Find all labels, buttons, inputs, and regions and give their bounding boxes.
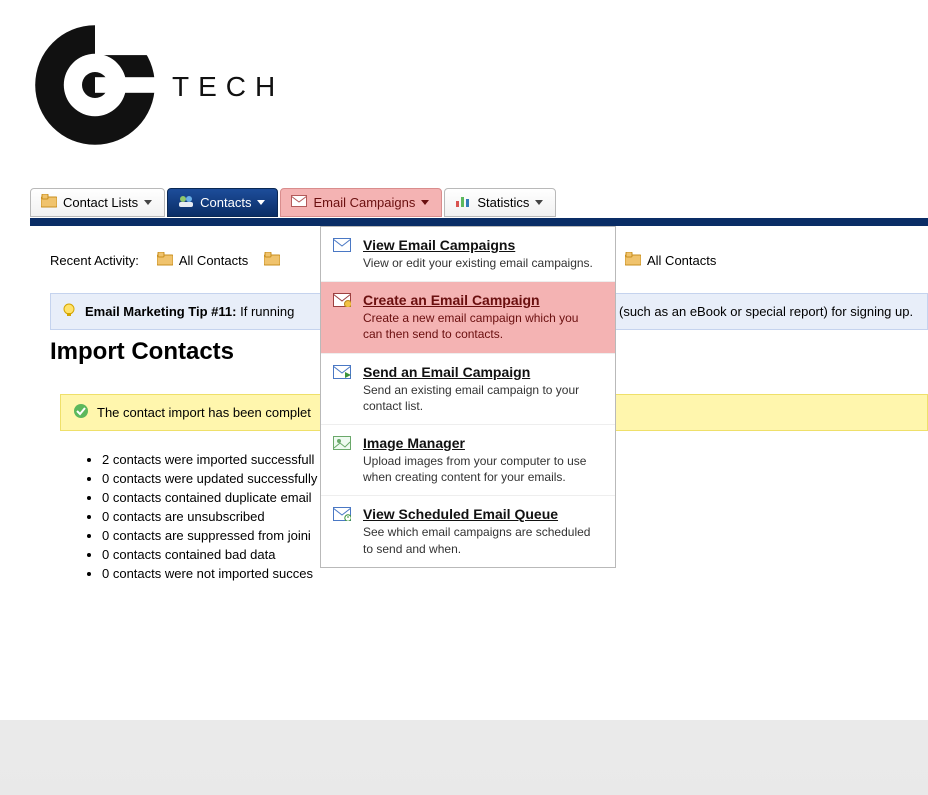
- success-text: The contact import has been complet: [97, 405, 311, 420]
- dd-title: View Scheduled Email Queue: [363, 506, 601, 522]
- tab-email-campaigns[interactable]: Email Campaigns: [280, 188, 442, 217]
- envelope-icon: [291, 195, 307, 210]
- list-item: 2 contacts were imported successfull: [102, 452, 317, 467]
- logo: TECH: [30, 20, 898, 153]
- tab-label: Contact Lists: [63, 195, 138, 210]
- tab-contact-lists[interactable]: Contact Lists: [30, 188, 165, 217]
- envelope-clock-icon: [333, 507, 351, 524]
- recent-item-label: All Contacts: [179, 253, 248, 268]
- recent-item-label: All Contacts: [647, 253, 716, 268]
- dd-title: Create an Email Campaign: [363, 292, 601, 308]
- nav-strip: [30, 218, 928, 226]
- bar-chart-icon: [455, 194, 471, 211]
- tab-label: Email Campaigns: [313, 195, 415, 210]
- list-item: 0 contacts were not imported succes: [102, 566, 317, 581]
- people-icon: [178, 194, 194, 211]
- dd-title: View Email Campaigns: [363, 237, 601, 253]
- logo-text: TECH: [172, 71, 284, 103]
- check-circle-icon: [73, 403, 89, 422]
- tip-fragment-left: If running: [240, 304, 294, 319]
- email-campaigns-dropdown: View Email Campaigns View or edit your e…: [320, 226, 616, 568]
- dd-title: Send an Email Campaign: [363, 364, 601, 380]
- main-nav: Contact Lists Contacts Email Campaigns S…: [30, 188, 558, 217]
- recent-label: Recent Activity:: [50, 253, 139, 268]
- dd-view-email-campaigns[interactable]: View Email Campaigns View or edit your e…: [321, 227, 615, 282]
- tab-label: Statistics: [477, 195, 529, 210]
- chevron-down-icon: [421, 200, 429, 205]
- dd-desc: See which email campaigns are scheduled …: [363, 524, 601, 556]
- lightbulb-icon: [61, 302, 77, 321]
- tab-label: Contacts: [200, 195, 251, 210]
- envelope-arrow-icon: [333, 365, 351, 382]
- import-result-list: 2 contacts were imported successfull 0 c…: [78, 448, 317, 585]
- folder-icon: [625, 252, 641, 269]
- tab-statistics[interactable]: Statistics: [444, 188, 556, 217]
- list-item: 0 contacts contained bad data: [102, 547, 317, 562]
- chevron-down-icon: [257, 200, 265, 205]
- dd-image-manager[interactable]: Image Manager Upload images from your co…: [321, 425, 615, 496]
- tip-label: Email Marketing Tip #11:: [85, 304, 236, 319]
- list-item: 0 contacts were updated successfully: [102, 471, 317, 486]
- list-item: 0 contacts are unsubscribed: [102, 509, 317, 524]
- chevron-down-icon: [144, 200, 152, 205]
- folder-icon: [41, 194, 57, 211]
- recent-item-folder-2[interactable]: [264, 252, 280, 269]
- dd-desc: View or edit your existing email campaig…: [363, 255, 601, 271]
- envelope-plus-icon: [333, 293, 351, 310]
- header: TECH: [0, 0, 928, 180]
- recent-item-all-contacts-2[interactable]: All Contacts: [625, 252, 716, 269]
- logo-mark-icon: [30, 20, 160, 153]
- tip-text-right: (such as an eBook or special report) for…: [619, 304, 913, 319]
- dd-desc: Send an existing email campaign to your …: [363, 382, 601, 414]
- dd-desc: Upload images from your computer to use …: [363, 453, 601, 485]
- list-item: 0 contacts contained duplicate email: [102, 490, 317, 505]
- folder-icon: [264, 252, 280, 269]
- page-title: Import Contacts: [50, 338, 234, 366]
- image-icon: [333, 436, 351, 453]
- dd-send-email-campaign[interactable]: Send an Email Campaign Send an existing …: [321, 354, 615, 425]
- folder-icon: [157, 252, 173, 269]
- dd-title: Image Manager: [363, 435, 601, 451]
- tip-text-left: Email Marketing Tip #11: If running: [85, 304, 294, 319]
- app-root: TECH Contact Lists Contacts Email Campai…: [0, 0, 928, 720]
- dd-view-scheduled-queue[interactable]: View Scheduled Email Queue See which ema…: [321, 496, 615, 566]
- envelope-icon: [333, 238, 351, 255]
- dd-create-email-campaign[interactable]: Create an Email Campaign Create a new em…: [321, 282, 615, 353]
- recent-item-all-contacts-1[interactable]: All Contacts: [157, 252, 248, 269]
- dd-desc: Create a new email campaign which you ca…: [363, 310, 601, 342]
- chevron-down-icon: [535, 200, 543, 205]
- tab-contacts[interactable]: Contacts: [167, 188, 278, 217]
- list-item: 0 contacts are suppressed from joini: [102, 528, 317, 543]
